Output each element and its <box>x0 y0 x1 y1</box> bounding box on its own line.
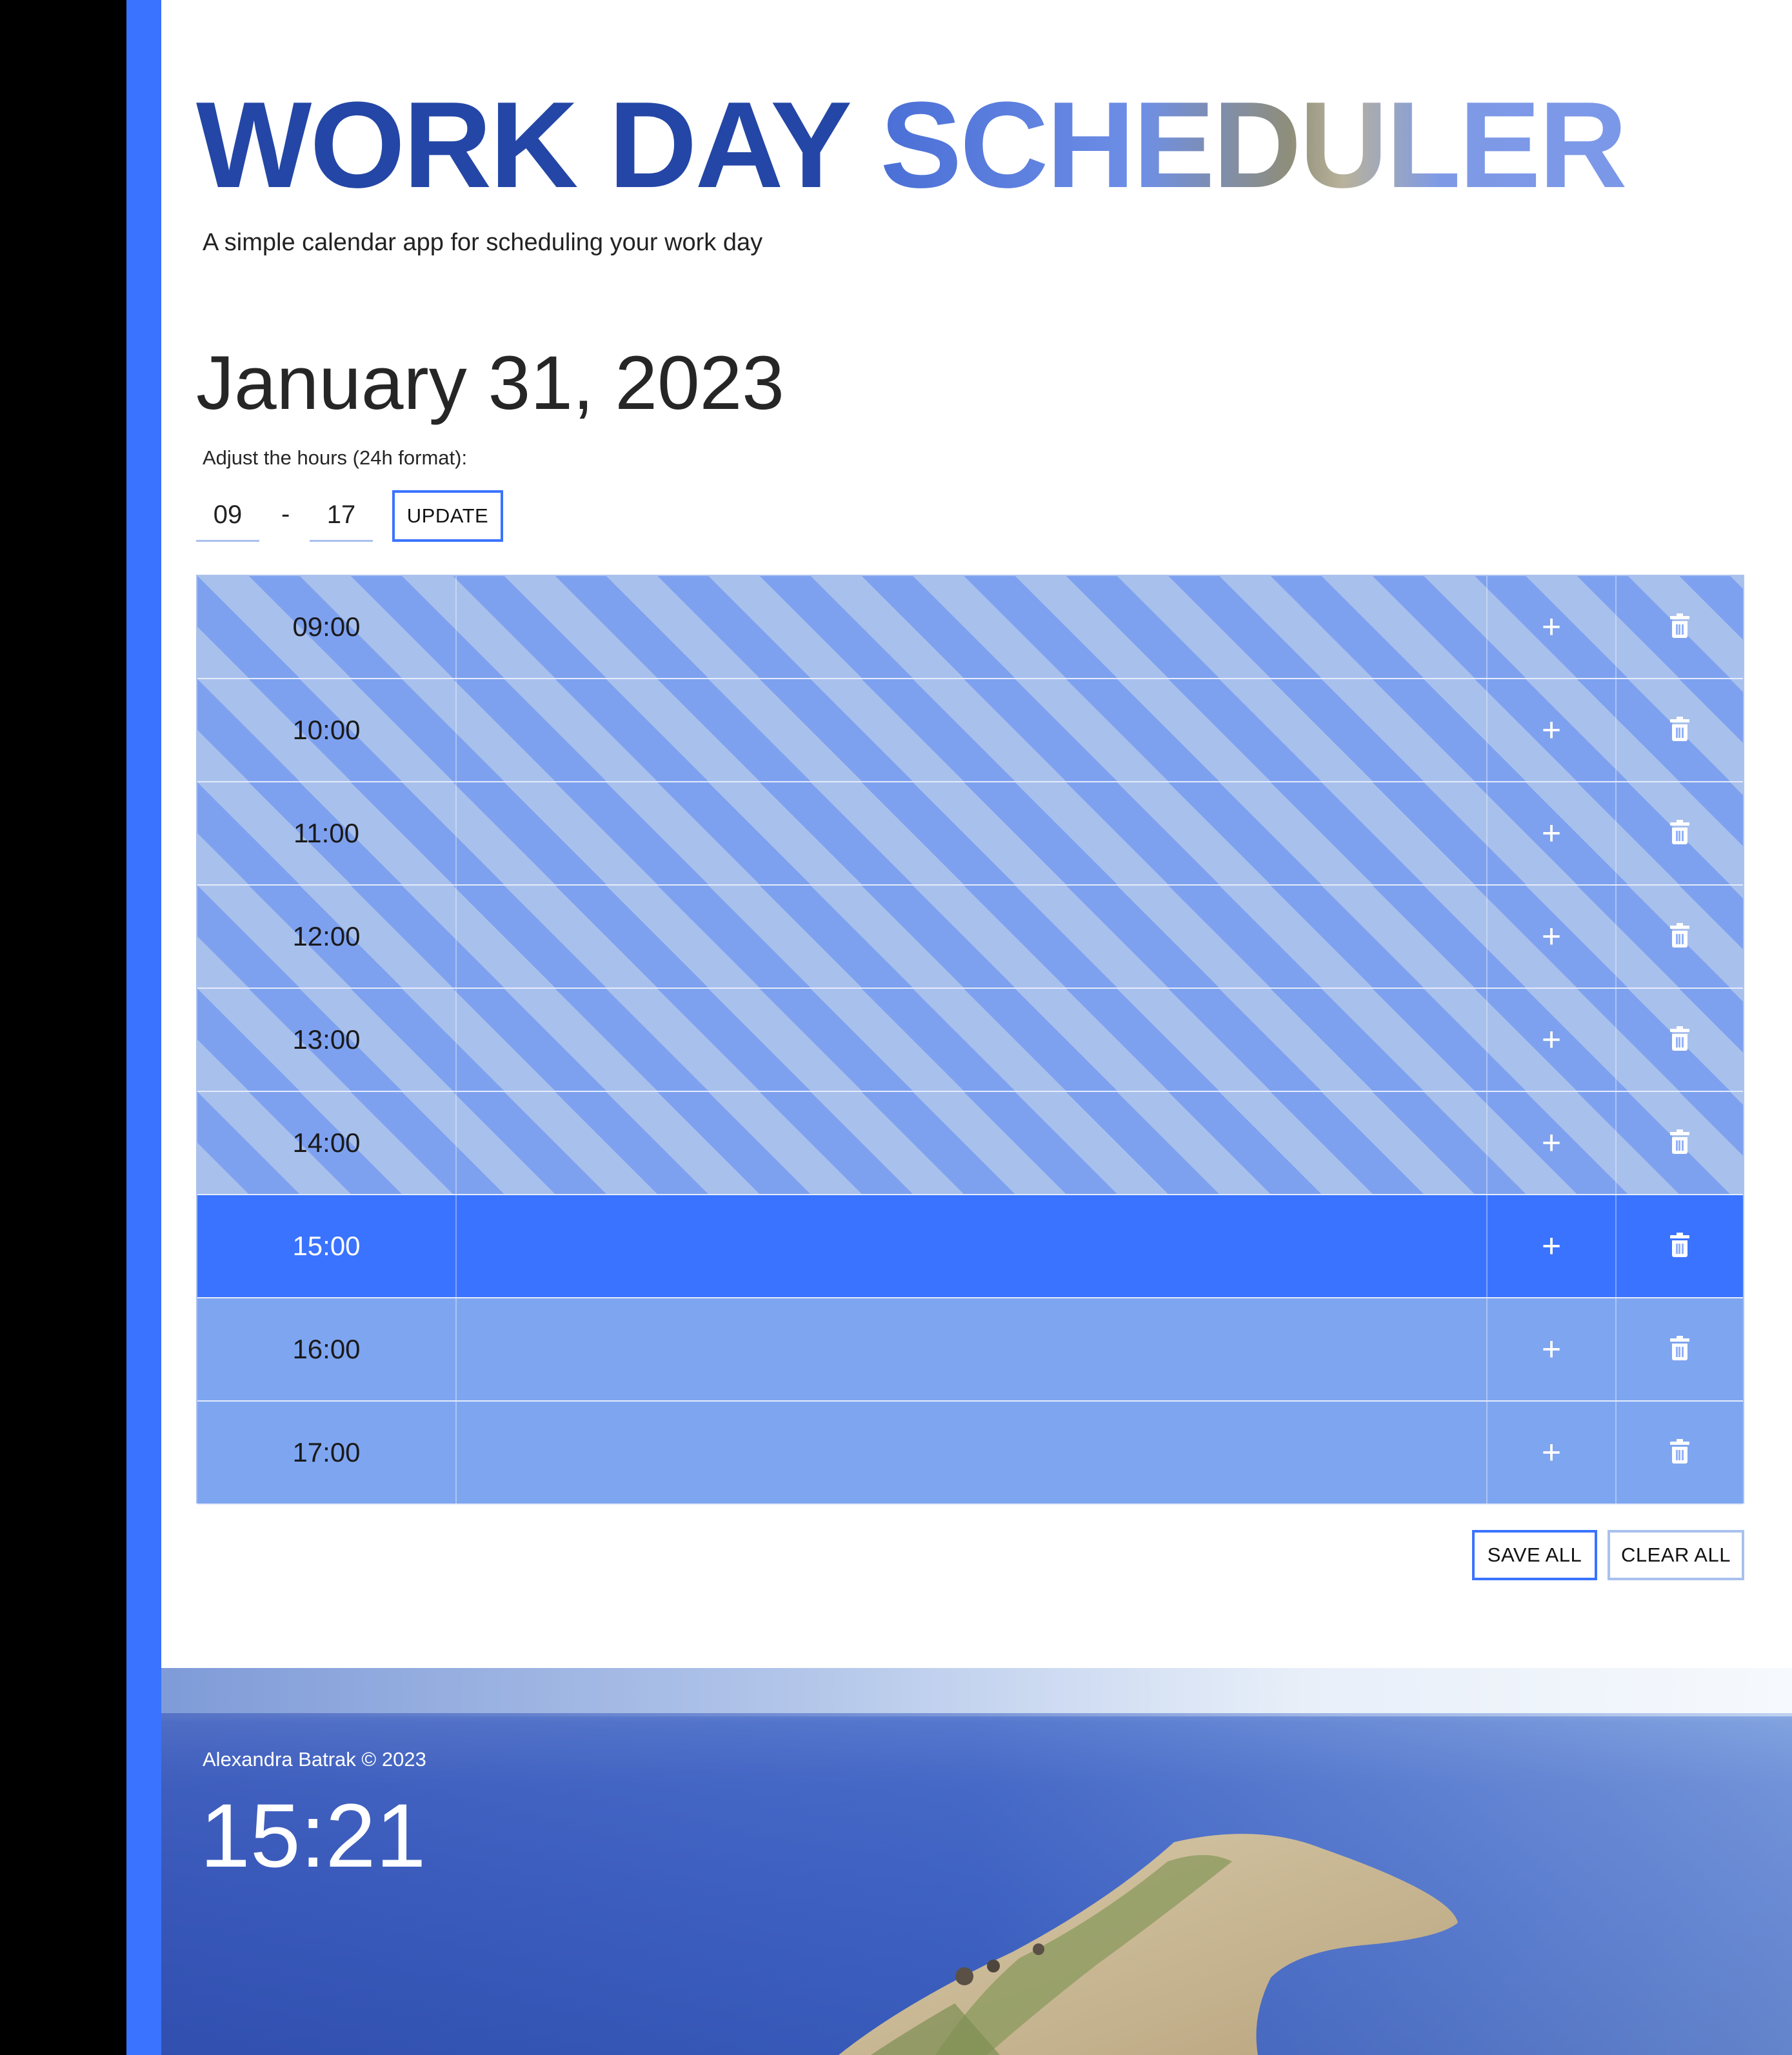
plus-icon: + <box>1541 1124 1562 1162</box>
hour-label: 10:00 <box>197 679 457 781</box>
task-input[interactable] <box>457 576 1488 678</box>
schedule-row-1200: 12:00 + <box>197 886 1743 989</box>
page: WORK DAY SCHEDULER A simple calendar app… <box>161 0 1792 2055</box>
add-task-button[interactable]: + <box>1488 989 1617 1091</box>
delete-task-button[interactable] <box>1617 886 1743 988</box>
hour-separator: - <box>281 500 290 528</box>
delete-task-button[interactable] <box>1617 1298 1743 1400</box>
schedule-row-1500: 15:00 + <box>197 1195 1743 1298</box>
add-task-button[interactable]: + <box>1488 1092 1617 1194</box>
schedule-row-1600: 16:00 + <box>197 1298 1743 1402</box>
delete-task-button[interactable] <box>1617 679 1743 781</box>
app-subtitle: A simple calendar app for scheduling you… <box>203 229 763 256</box>
trash-icon <box>1670 717 1689 741</box>
accent-stripe <box>126 0 161 2055</box>
task-input[interactable] <box>457 1298 1488 1400</box>
start-hour-input[interactable] <box>196 490 259 542</box>
current-date: January 31, 2023 <box>196 341 784 426</box>
footer: Alexandra Batrak © 2023 15:21 <box>161 1668 1792 2055</box>
plus-icon: + <box>1541 815 1562 852</box>
task-input[interactable] <box>457 679 1488 781</box>
end-hour-input[interactable] <box>310 490 373 542</box>
add-task-button[interactable]: + <box>1488 782 1617 884</box>
plus-icon: + <box>1541 711 1562 749</box>
schedule-table: 09:00 +10:00 +11:00 +12:00 +13:00 +14:00 +15:0… <box>196 575 1744 1505</box>
hour-label: 11:00 <box>197 782 457 884</box>
save-all-button[interactable]: SAVE ALL <box>1472 1530 1597 1580</box>
clear-all-button[interactable]: CLEAR ALL <box>1608 1530 1744 1580</box>
plus-icon: + <box>1541 1021 1562 1058</box>
add-task-button[interactable]: + <box>1488 1298 1617 1400</box>
trash-icon <box>1670 923 1689 948</box>
delete-task-button[interactable] <box>1617 576 1743 678</box>
add-task-button[interactable]: + <box>1488 679 1617 781</box>
add-task-button[interactable]: + <box>1488 1195 1617 1297</box>
left-black-bar <box>0 0 126 2055</box>
trash-icon <box>1670 1129 1689 1154</box>
update-button[interactable]: UPDATE <box>392 490 503 542</box>
add-task-button[interactable]: + <box>1488 1402 1617 1504</box>
plus-icon: + <box>1541 608 1562 646</box>
trash-icon <box>1670 1336 1689 1360</box>
task-input[interactable] <box>457 1402 1488 1504</box>
hour-label: 12:00 <box>197 886 457 988</box>
trash-icon <box>1670 1026 1689 1051</box>
add-task-button[interactable]: + <box>1488 576 1617 678</box>
app-title: WORK DAY SCHEDULER <box>196 84 1628 206</box>
plus-icon: + <box>1541 1331 1562 1368</box>
hour-label: 09:00 <box>197 576 457 678</box>
task-input[interactable] <box>457 1092 1488 1194</box>
hour-label: 16:00 <box>197 1298 457 1400</box>
plus-icon: + <box>1541 918 1562 955</box>
schedule-row-0900: 09:00 + <box>197 576 1743 679</box>
hours-label: Adjust the hours (24h format): <box>203 446 468 469</box>
app-title-part2: SCHEDULER <box>880 77 1627 213</box>
schedule-row-1400: 14:00 + <box>197 1092 1743 1195</box>
delete-task-button[interactable] <box>1617 782 1743 884</box>
task-input[interactable] <box>457 989 1488 1091</box>
add-task-button[interactable]: + <box>1488 886 1617 988</box>
trash-icon <box>1670 1233 1689 1257</box>
schedule-row-1000: 10:00 + <box>197 679 1743 782</box>
plus-icon: + <box>1541 1227 1562 1265</box>
app-title-part1: WORK DAY <box>196 77 850 213</box>
hour-label: 15:00 <box>197 1195 457 1297</box>
task-input[interactable] <box>457 1195 1488 1297</box>
hour-label: 13:00 <box>197 989 457 1091</box>
copyright-text: Alexandra Batrak © 2023 <box>203 1748 426 1771</box>
schedule-row-1100: 11:00 + <box>197 782 1743 886</box>
current-time-clock: 15:21 <box>200 1785 426 1886</box>
trash-icon <box>1670 1439 1689 1464</box>
delete-task-button[interactable] <box>1617 989 1743 1091</box>
trash-icon <box>1670 820 1689 844</box>
schedule-row-1700: 17:00 + <box>197 1402 1743 1505</box>
task-input[interactable] <box>457 782 1488 884</box>
hour-label: 14:00 <box>197 1092 457 1194</box>
trash-icon <box>1670 613 1689 638</box>
schedule-row-1300: 13:00 + <box>197 989 1743 1092</box>
hour-label: 17:00 <box>197 1402 457 1504</box>
plus-icon: + <box>1541 1434 1562 1471</box>
delete-task-button[interactable] <box>1617 1402 1743 1504</box>
delete-task-button[interactable] <box>1617 1092 1743 1194</box>
delete-task-button[interactable] <box>1617 1195 1743 1297</box>
task-input[interactable] <box>457 886 1488 988</box>
